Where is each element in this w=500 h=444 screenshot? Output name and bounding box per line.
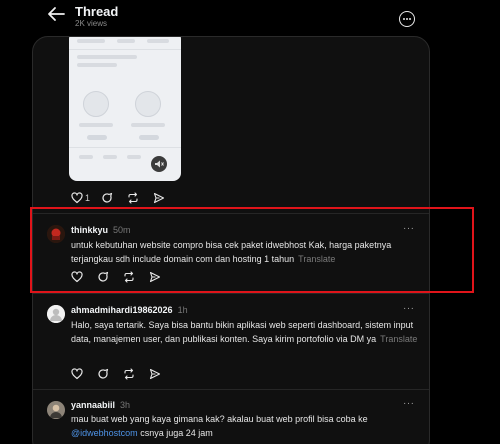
comment-icon	[102, 192, 113, 203]
share-button[interactable]	[149, 367, 175, 381]
reply-button[interactable]	[101, 191, 127, 205]
reply-actions	[71, 367, 175, 381]
page-title: Thread	[75, 4, 119, 19]
comment-icon	[98, 368, 109, 379]
reply-text: Halo, saya tertarik. Saya bisa bantu bik…	[71, 320, 418, 344]
reply-author[interactable]: yannaabiil 3h	[71, 400, 130, 410]
reply-author[interactable]: ahmadmihardi19862026 1h	[71, 305, 188, 315]
like-count: 1	[85, 193, 91, 203]
reply-time: 1h	[177, 305, 188, 315]
view-count: 2K views	[75, 19, 108, 28]
more-options-icon[interactable]	[399, 11, 415, 27]
highlight-box	[30, 207, 474, 293]
repost-icon	[124, 368, 134, 380]
reply-text: mau buat web yang kaya gimana kak? akala…	[71, 414, 368, 438]
send-icon	[153, 192, 165, 204]
heart-icon	[71, 368, 83, 380]
send-icon	[149, 368, 161, 380]
divider	[33, 389, 429, 390]
repost-icon	[128, 192, 138, 204]
reply-button[interactable]	[97, 367, 123, 381]
like-button[interactable]: 1	[71, 191, 101, 205]
mute-icon[interactable]	[151, 156, 167, 172]
top-bar: Thread 2K views	[0, 0, 500, 34]
avatar[interactable]	[47, 401, 65, 419]
translate-link[interactable]: Translate	[380, 334, 417, 344]
reply-more-button[interactable]: ···	[403, 398, 415, 409]
divider	[33, 293, 429, 294]
repost-button[interactable]	[123, 367, 149, 381]
post-actions: 1	[71, 191, 179, 205]
like-button[interactable]	[71, 367, 97, 381]
avatar[interactable]	[47, 305, 65, 323]
share-button[interactable]	[153, 191, 179, 205]
repost-button[interactable]	[127, 191, 153, 205]
back-arrow-icon[interactable]	[46, 6, 66, 22]
heart-icon	[71, 192, 83, 204]
reply-more-button[interactable]: ···	[403, 303, 415, 314]
mention-link[interactable]: @idwebhostcom	[71, 428, 138, 438]
reply-time: 3h	[120, 400, 131, 410]
